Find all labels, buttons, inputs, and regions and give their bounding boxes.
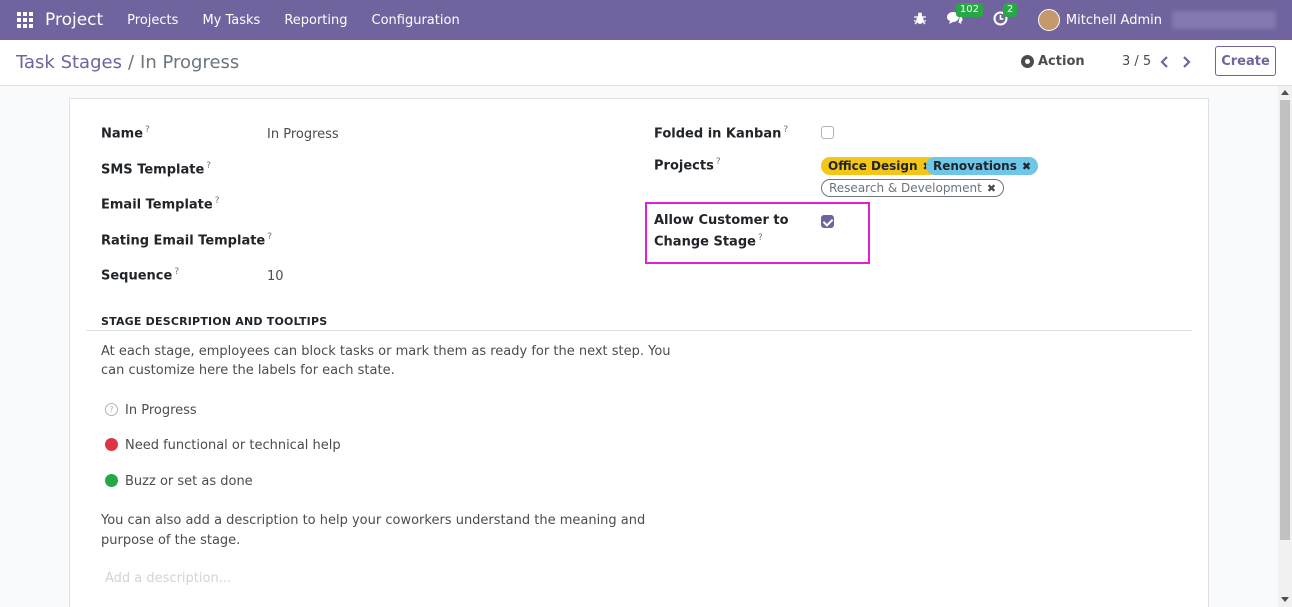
allow-customer-change-stage-checkbox[interactable] — [821, 215, 834, 228]
menu-configuration[interactable]: Configuration — [372, 13, 460, 28]
remove-tag-icon[interactable]: ✖ — [987, 182, 996, 195]
folded-in-kanban-checkbox[interactable] — [821, 126, 834, 139]
allow-customer-label-line-1: Allow Customer to — [654, 213, 789, 228]
name-field[interactable]: In Progress — [267, 127, 339, 142]
description-input[interactable]: Add a description... — [105, 571, 231, 586]
sms-template-field[interactable] — [267, 161, 607, 179]
projects-label: Projects? — [654, 157, 721, 174]
project-tag-label: Office Design — [828, 159, 918, 173]
breadcrumb-separator: / — [127, 52, 135, 73]
breadcrumb: Task Stages / In Progress — [16, 52, 239, 73]
chevron-left-icon[interactable] — [1160, 54, 1169, 72]
intro-line-1: At each stage, employees can block tasks… — [101, 344, 671, 359]
project-tag-research-development: Research & Development ✖ — [821, 179, 1005, 197]
sequence-field[interactable]: 10 — [267, 269, 284, 284]
folded-in-kanban-label: Folded in Kanban? — [654, 125, 789, 142]
user-name[interactable]: Mitchell Admin — [1066, 13, 1162, 28]
app-menu-icon[interactable] — [17, 12, 33, 28]
scroll-up-icon[interactable] — [1281, 90, 1289, 95]
activities-badge: 2 — [1002, 2, 1018, 17]
messages-badge: 102 — [955, 3, 983, 17]
blurred-database-name — [1172, 11, 1276, 29]
normal-state-label[interactable]: In Progress — [125, 403, 197, 418]
remove-tag-icon[interactable]: ✖ — [1022, 160, 1031, 173]
note-line-2: purpose of the stage. — [101, 533, 241, 548]
action-label: Action — [1038, 54, 1085, 69]
blocked-state-icon — [105, 438, 118, 451]
rating-email-template-field[interactable] — [267, 232, 607, 250]
blocked-state-label[interactable]: Need functional or technical help — [125, 438, 341, 453]
chevron-right-icon[interactable] — [1182, 54, 1191, 72]
project-tag-label: Research & Development — [829, 181, 982, 195]
scroll-down-icon[interactable] — [1281, 597, 1289, 602]
pager-value[interactable]: 3 / 5 — [1122, 54, 1151, 69]
done-state-label[interactable]: Buzz or set as done — [125, 474, 253, 489]
project-tag-label: Renovations — [933, 159, 1017, 173]
gear-icon — [1021, 55, 1034, 68]
breadcrumb-parent[interactable]: Task Stages — [16, 52, 122, 73]
action-menu-button[interactable]: Action — [1021, 54, 1085, 69]
user-avatar[interactable] — [1037, 9, 1060, 31]
menu-projects[interactable]: Projects — [127, 13, 178, 28]
normal-state-icon: ? — [105, 403, 118, 416]
rating-email-template-label: Rating Email Template? — [101, 232, 273, 249]
note-line-1: You can also add a description to help y… — [101, 513, 646, 528]
project-tag-renovations: Renovations ✖ — [926, 157, 1039, 175]
top-navbar: Project Projects My Tasks Reporting Conf… — [0, 0, 1292, 40]
control-panel: Task Stages / In Progress Action 3 / 5 Cre… — [0, 40, 1292, 86]
intro-line-2: can customize here the labels for each s… — [101, 363, 395, 378]
create-button[interactable]: Create — [1215, 46, 1276, 76]
messages-icon[interactable]: 102 — [946, 3, 983, 29]
done-state-icon — [105, 474, 118, 487]
section-title: STAGE DESCRIPTION AND TOOLTIPS — [101, 315, 328, 328]
app-name[interactable]: Project — [45, 10, 103, 30]
activities-icon[interactable]: 2 — [993, 2, 1018, 30]
menu-reporting[interactable]: Reporting — [284, 13, 347, 28]
project-tag-office-design: Office Design✖ — [821, 157, 939, 175]
menu-my-tasks[interactable]: My Tasks — [202, 13, 260, 28]
scrollbar-thumb[interactable] — [1280, 100, 1290, 540]
breadcrumb-current: In Progress — [140, 52, 240, 73]
name-label: Name? — [101, 125, 150, 142]
bug-icon[interactable] — [913, 12, 926, 29]
sms-template-label: SMS Template? — [101, 161, 212, 178]
allow-customer-label-line-2: Change Stage? — [654, 233, 763, 250]
section-divider — [86, 330, 1192, 331]
sequence-label: Sequence? — [101, 267, 180, 284]
email-template-label: Email Template? — [101, 196, 220, 213]
email-template-field[interactable] — [267, 196, 607, 214]
